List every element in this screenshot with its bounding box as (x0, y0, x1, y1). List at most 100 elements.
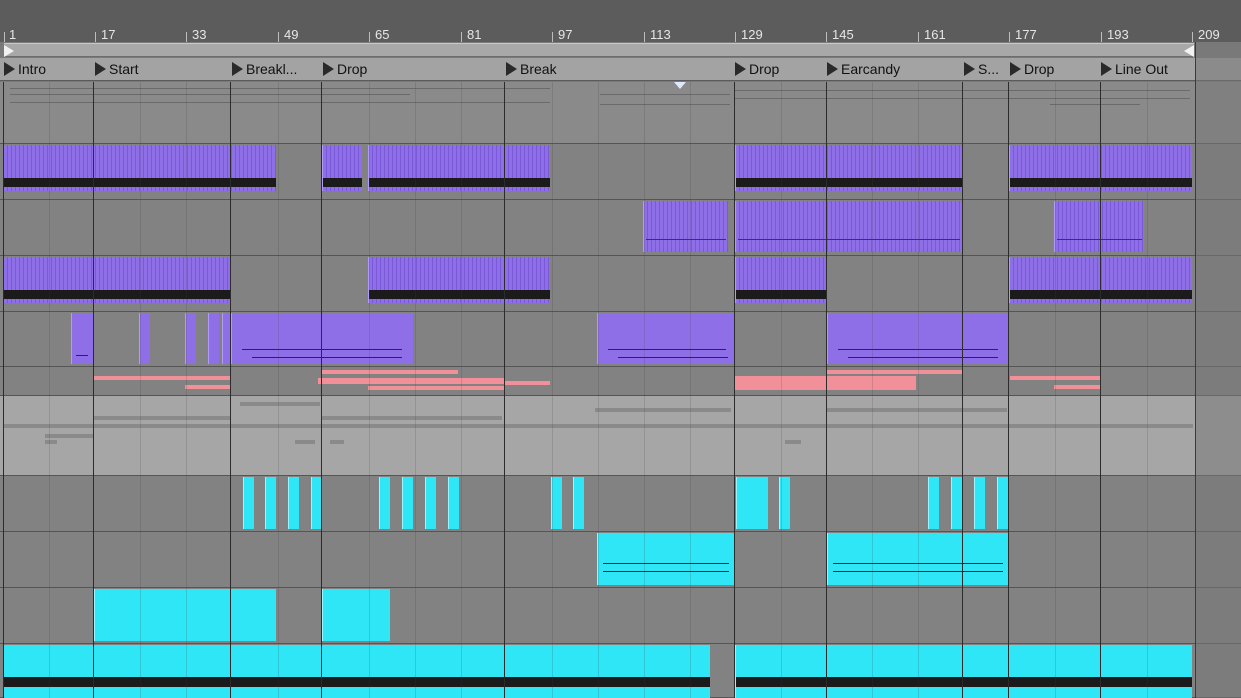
locator-drop[interactable]: Drop (323, 58, 502, 80)
grey-clip[interactable] (827, 408, 1007, 412)
midi-clip[interactable] (368, 145, 550, 191)
audio-clip-cyan[interactable] (265, 477, 276, 529)
audio-clip-pink[interactable] (185, 385, 230, 389)
audio-clip-cyan[interactable] (402, 477, 413, 529)
ruler-tick (186, 32, 187, 42)
audio-clip-pink[interactable] (94, 376, 230, 380)
section-line (962, 82, 963, 698)
grey-clip[interactable] (595, 408, 731, 412)
grid-line (690, 82, 691, 698)
bar-number: 209 (1198, 27, 1220, 42)
locator-lane[interactable]: Intro Start Breakl... Drop Break Drop Ea… (0, 58, 1241, 81)
audio-clip-cyan[interactable] (288, 477, 299, 529)
audio-clip-cyan[interactable] (94, 589, 276, 641)
midi-clip[interactable] (71, 313, 93, 364)
triangle-down-icon[interactable] (674, 82, 686, 89)
audio-clip-cyan[interactable] (425, 477, 436, 529)
midi-clip[interactable] (643, 201, 728, 252)
audio-clip-cyan[interactable] (997, 477, 1008, 529)
locator-s[interactable]: S... (964, 58, 1006, 80)
midi-clip[interactable] (322, 145, 362, 191)
ruler-tick (644, 32, 645, 42)
grey-clip[interactable] (322, 416, 502, 420)
audio-clip-pink[interactable] (318, 378, 504, 384)
audio-clip-cyan[interactable] (928, 477, 939, 529)
audio-clip-pink[interactable] (368, 386, 504, 390)
ruler-tick (1192, 32, 1193, 42)
loop-brace[interactable] (4, 43, 1194, 57)
locator-label: Drop (337, 61, 368, 77)
audio-clip-cyan[interactable] (322, 589, 390, 641)
triangle-left-icon[interactable] (1184, 45, 1194, 57)
locator-earcandy[interactable]: Earcandy (827, 58, 960, 80)
locator-drop[interactable]: Drop (735, 58, 823, 80)
audio-clip-cyan[interactable] (3, 645, 710, 698)
locator-start[interactable]: Start (95, 58, 228, 80)
timeline-ruler[interactable]: 1 17 33 49 65 81 97 113 129 145 161 177 … (0, 0, 1241, 42)
midi-clip[interactable] (222, 313, 230, 364)
locator-intro[interactable]: Intro (4, 58, 92, 80)
automation-line (600, 104, 730, 105)
grid-line (140, 82, 141, 698)
audio-clip-cyan[interactable] (573, 477, 584, 529)
midi-clip[interactable] (597, 313, 734, 364)
bar-number: 97 (558, 27, 573, 42)
arrangement-view[interactable] (0, 82, 1241, 698)
audio-clip-pink[interactable] (322, 370, 458, 374)
grey-clip[interactable] (45, 434, 93, 438)
bar-number: 161 (924, 27, 946, 42)
audio-clip-cyan[interactable] (379, 477, 390, 529)
audio-clip-cyan[interactable] (951, 477, 962, 529)
locator-label: Intro (18, 61, 47, 77)
midi-clip[interactable] (368, 257, 550, 303)
audio-clip-cyan[interactable] (448, 477, 459, 529)
grey-clip[interactable] (785, 440, 801, 444)
section-line (230, 82, 231, 698)
grey-clip[interactable] (240, 402, 320, 406)
midi-clip[interactable] (3, 257, 230, 303)
automation-line (10, 88, 550, 89)
grey-clip[interactable] (94, 416, 230, 420)
audio-clip-cyan[interactable] (736, 477, 768, 529)
ruler-tick (735, 32, 736, 42)
bar-number: 129 (741, 27, 763, 42)
ruler-tick (4, 32, 5, 42)
audio-clip-pink[interactable] (1054, 385, 1100, 389)
triangle-right-icon[interactable] (4, 45, 14, 57)
ruler-tick (1101, 32, 1102, 42)
triangle-right-icon (323, 62, 334, 76)
audio-clip-cyan[interactable] (597, 533, 734, 585)
locator-line-out[interactable]: Line Out (1101, 58, 1193, 80)
automation-line (1050, 104, 1140, 105)
ruler-tick (552, 32, 553, 42)
bar-number: 49 (284, 27, 299, 42)
section-line (504, 82, 505, 698)
locator-label: Breakl... (246, 61, 298, 77)
triangle-right-icon (232, 62, 243, 76)
midi-clip[interactable] (208, 313, 219, 364)
triangle-right-icon (1101, 62, 1112, 76)
audio-clip-pink[interactable] (827, 370, 962, 374)
grid-line (644, 82, 645, 698)
audio-clip-cyan[interactable] (974, 477, 985, 529)
triangle-right-icon (506, 62, 517, 76)
audio-clip-cyan[interactable] (735, 645, 1192, 698)
grid-line (369, 82, 370, 698)
section-line (3, 82, 4, 698)
midi-clip[interactable] (735, 201, 962, 252)
locator-breaklow[interactable]: Breakl... (232, 58, 320, 80)
grey-clip[interactable] (295, 440, 315, 444)
grey-clip[interactable] (45, 440, 57, 444)
midi-clip[interactable] (231, 313, 413, 364)
bar-number: 193 (1107, 27, 1129, 42)
section-line (1008, 82, 1009, 698)
grey-clip[interactable] (330, 440, 344, 444)
locator-break[interactable]: Break (506, 58, 731, 80)
automation-line (10, 94, 410, 95)
audio-clip-cyan[interactable] (243, 477, 254, 529)
midi-clip[interactable] (735, 145, 962, 191)
midi-clip[interactable] (1054, 201, 1144, 252)
locator-drop[interactable]: Drop (1010, 58, 1098, 80)
section-line (93, 82, 94, 698)
audio-clip-pink[interactable] (505, 381, 550, 385)
